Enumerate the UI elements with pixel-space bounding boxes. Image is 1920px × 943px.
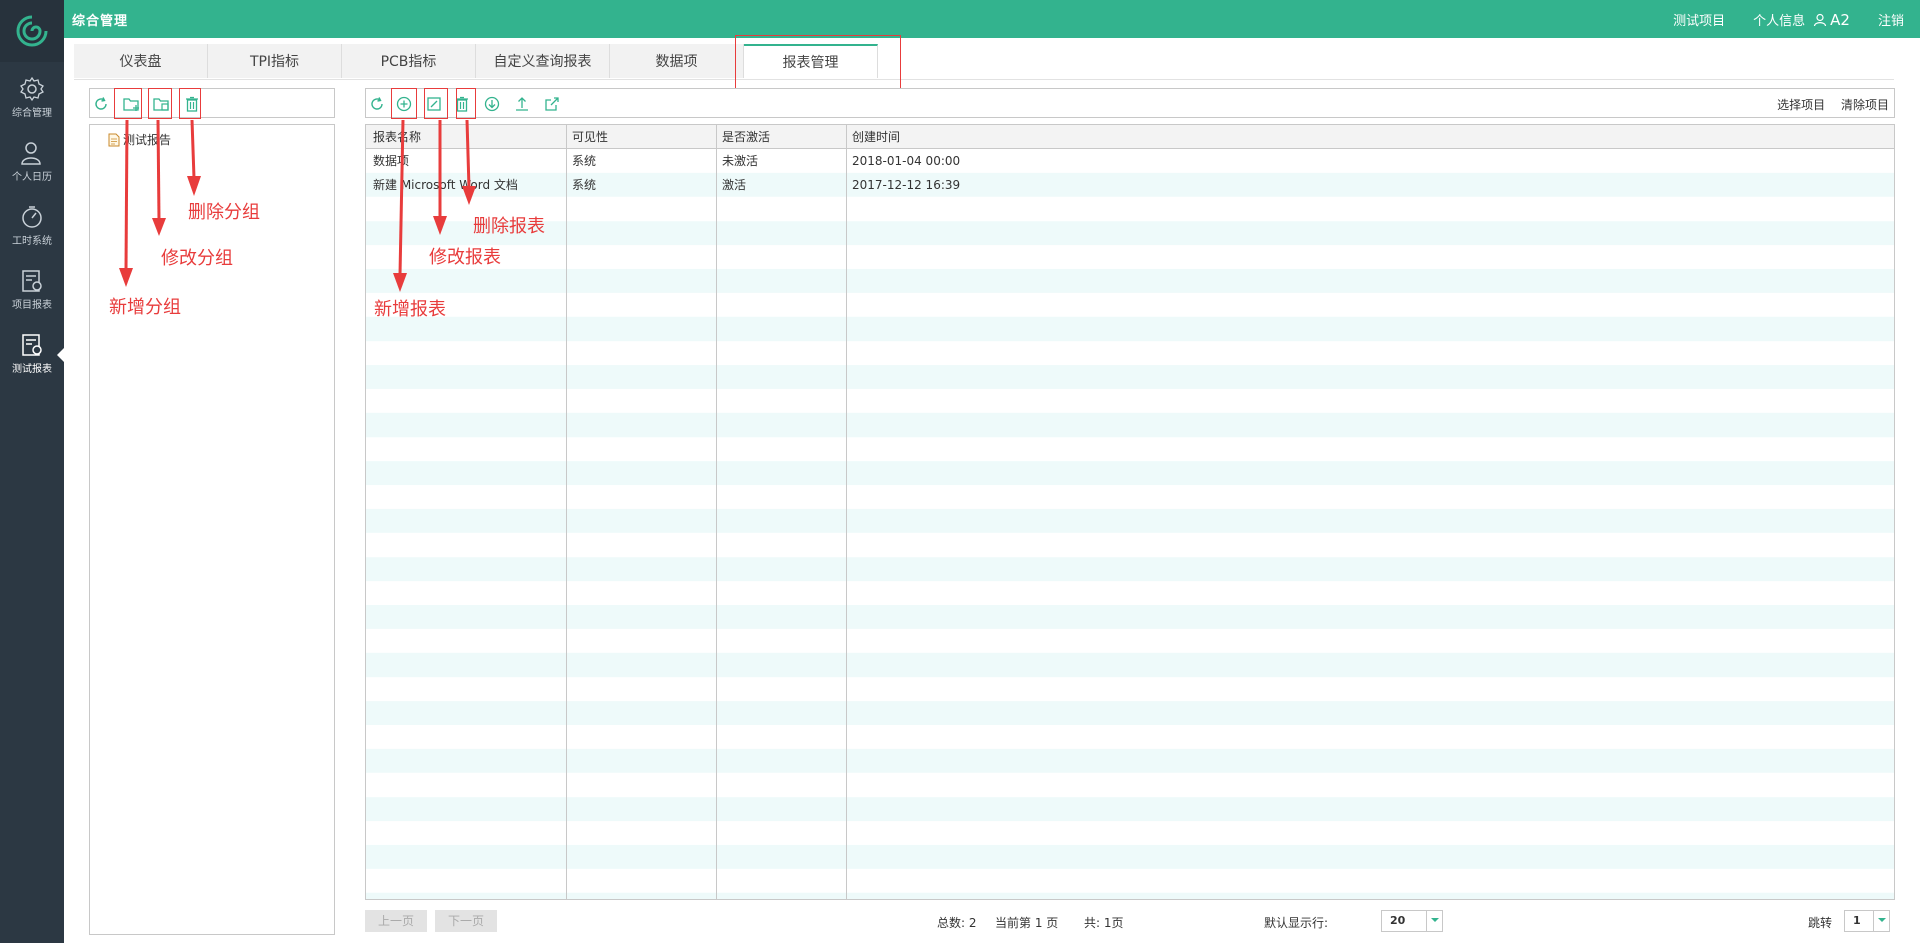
rows-per-page-select[interactable]: 20: [1381, 910, 1443, 932]
test-project-link[interactable]: 测试项目: [1673, 10, 1725, 29]
personal-info-link[interactable]: 个人信息: [1753, 10, 1805, 29]
chevron-down-icon: [1873, 911, 1889, 931]
report-toolbar: 选择项目 清除项目: [365, 88, 1895, 118]
highlight-box: [148, 88, 172, 119]
report-icon: [22, 334, 42, 356]
stopwatch-icon: [22, 206, 42, 228]
table-cell[interactable]: 2018-01-04 00:00: [852, 149, 960, 173]
report-icon: [22, 270, 42, 292]
current-page: 当前第 1 页: [995, 916, 1059, 930]
select-items-link[interactable]: 选择项目: [1777, 98, 1825, 112]
refresh-button[interactable]: [367, 94, 387, 114]
nav-item-test-report[interactable]: 测试报表: [0, 324, 64, 386]
user-menu[interactable]: A2: [1813, 11, 1850, 29]
tab-custom-query[interactable]: 自定义查询报表: [476, 44, 610, 78]
prev-page-button[interactable]: 上一页: [365, 910, 427, 932]
tab-pcb[interactable]: PCB指标: [342, 44, 476, 78]
annotation-add-group: 新增分组: [109, 297, 181, 318]
annotation-add-report: 新增报表: [374, 299, 446, 320]
clear-items-link[interactable]: 清除项目: [1841, 98, 1889, 112]
report-table: 报表名称 可见性 是否激活 创建时间 数据项 系统 未激活 2018-01-04…: [365, 124, 1895, 900]
next-page-button[interactable]: 下一页: [435, 910, 497, 932]
table-cell[interactable]: 2017-12-12 16:39: [852, 173, 960, 197]
annotation-delete-report: 删除报表: [473, 216, 545, 237]
total-count: 总数: 2: [937, 916, 977, 930]
nav-item-general[interactable]: 综合管理: [0, 68, 64, 130]
export-button[interactable]: [542, 94, 562, 114]
nav-label: 综合管理: [12, 108, 52, 119]
column-divider: [716, 125, 717, 899]
column-divider: [566, 125, 567, 899]
download-icon: [484, 96, 500, 112]
top-bar: 综合管理 测试项目 个人信息 A2 注销: [64, 0, 1920, 38]
table-cell[interactable]: 数据项: [373, 149, 409, 173]
table-cell[interactable]: 系统: [572, 149, 596, 173]
rows-per-page-value: 20: [1390, 914, 1406, 927]
column-header-created[interactable]: 创建时间: [852, 125, 900, 149]
upload-icon: [516, 97, 528, 111]
tab-data-items[interactable]: 数据项: [610, 44, 744, 78]
refresh-icon: [371, 97, 383, 110]
highlight-box: [391, 88, 417, 119]
export-icon: [545, 97, 559, 111]
page-count: 共: 1页: [1084, 916, 1124, 930]
table-cell[interactable]: 系统: [572, 173, 596, 197]
column-header-active[interactable]: 是否激活: [722, 125, 770, 149]
highlight-box: [735, 35, 901, 90]
user-name: A2: [1830, 10, 1850, 29]
logout-link[interactable]: 注销: [1878, 10, 1904, 29]
app-title: 综合管理: [72, 14, 129, 29]
jump-page-select[interactable]: 1: [1844, 910, 1890, 932]
nav-label: 工时系统: [12, 236, 52, 247]
annotation-edit-group: 修改分组: [161, 248, 233, 269]
table-cell[interactable]: 激活: [722, 173, 746, 197]
tree-node-label: 测试报告: [123, 133, 172, 147]
nav-item-project-report[interactable]: 项目报表: [0, 260, 64, 322]
download-button[interactable]: [482, 94, 502, 114]
nav-item-calendar[interactable]: 个人日历: [0, 132, 64, 194]
nav-item-timesheet[interactable]: 工时系统: [0, 196, 64, 258]
highlight-box: [114, 88, 142, 119]
person-icon: [21, 142, 41, 165]
rows-per-page-label: 默认显示行:: [1264, 916, 1329, 930]
nav-label: 测试报表: [12, 364, 52, 375]
jump-page-value: 1: [1853, 914, 1861, 927]
table-cell[interactable]: 新建 Microsoft Word 文档: [373, 173, 518, 197]
column-divider: [846, 125, 847, 899]
user-icon: [1814, 13, 1827, 26]
annotation-delete-group: 删除分组: [188, 202, 260, 223]
table-cell[interactable]: 未激活: [722, 149, 758, 173]
app-logo[interactable]: [0, 0, 64, 62]
nav-label: 个人日历: [12, 172, 52, 183]
upload-button[interactable]: [512, 94, 532, 114]
document-icon: [108, 133, 120, 146]
highlight-box: [424, 88, 448, 119]
logo-icon: [16, 15, 48, 47]
tab-dashboard[interactable]: 仪表盘: [74, 44, 208, 78]
column-header-name[interactable]: 报表名称: [373, 125, 421, 149]
nav-label: 项目报表: [12, 300, 52, 311]
highlight-box: [179, 88, 201, 119]
refresh-icon: [95, 97, 107, 110]
tab-tpi[interactable]: TPI指标: [208, 44, 342, 78]
refresh-button[interactable]: [91, 94, 111, 114]
chevron-down-icon: [1426, 911, 1442, 931]
annotation-edit-report: 修改报表: [429, 247, 501, 268]
column-header-visibility[interactable]: 可见性: [572, 125, 608, 149]
highlight-box: [456, 88, 476, 119]
pagination: 上一页 下一页 总数: 2 当前第 1 页 共: 1页 默认显示行: 20 跳转…: [365, 909, 1895, 933]
tree-node[interactable]: 测试报告: [108, 131, 171, 148]
jump-label: 跳转: [1808, 916, 1833, 930]
left-nav: 综合管理 个人日历 工时系统 项目报表 测试报表: [0, 0, 64, 943]
gear-icon: [20, 76, 44, 102]
